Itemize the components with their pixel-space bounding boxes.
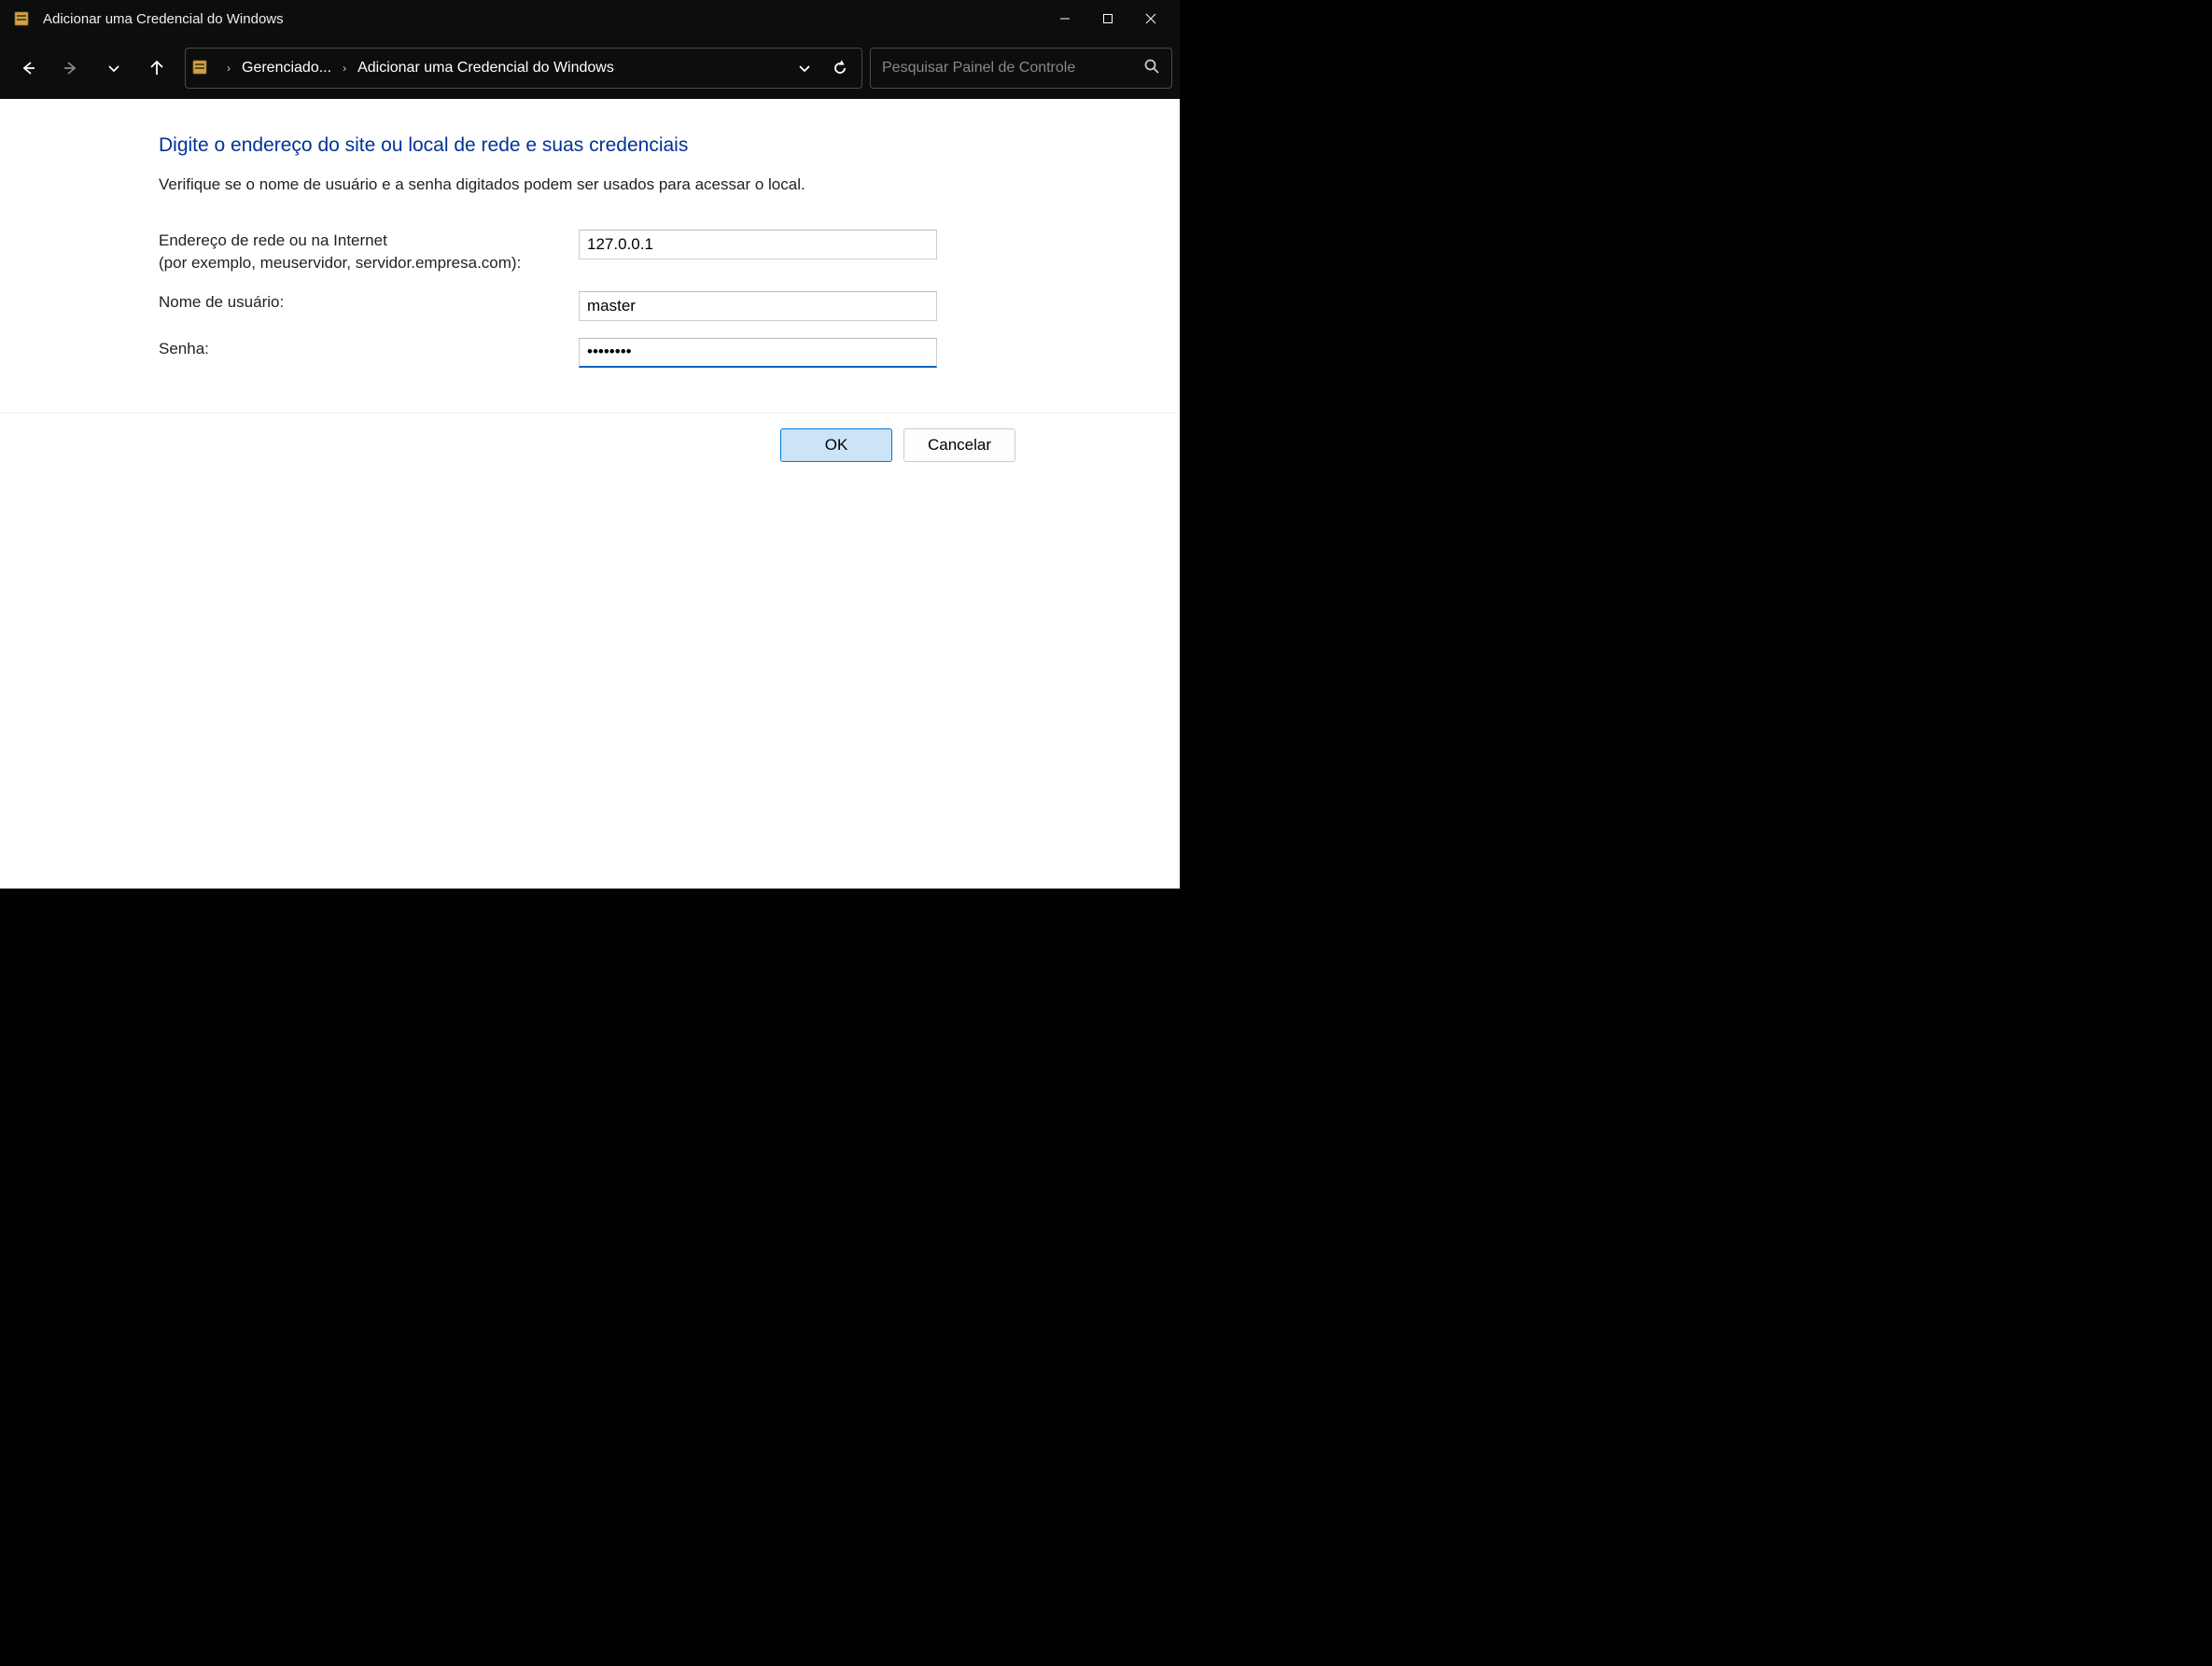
- address-label: Endereço de rede ou na Internet (por exe…: [159, 230, 579, 274]
- username-label: Nome de usuário:: [159, 291, 579, 314]
- address-bar[interactable]: › Gerenciado... › Adicionar uma Credenci…: [185, 48, 862, 89]
- breadcrumb-current[interactable]: Adicionar uma Credencial do Windows: [357, 60, 614, 77]
- search-input[interactable]: [882, 60, 1143, 77]
- recent-dropdown[interactable]: [93, 48, 134, 89]
- breadcrumb-parent[interactable]: Gerenciado...: [242, 60, 331, 77]
- address-row: Endereço de rede ou na Internet (por exe…: [159, 230, 1124, 274]
- search-bar[interactable]: [870, 48, 1172, 89]
- credential-manager-icon: [191, 59, 210, 77]
- minimize-button[interactable]: [1043, 0, 1086, 37]
- navigation-bar: › Gerenciado... › Adicionar uma Credenci…: [0, 37, 1180, 99]
- address-input[interactable]: [579, 230, 937, 259]
- maximize-button[interactable]: [1086, 0, 1129, 37]
- cancel-button[interactable]: Cancelar: [903, 428, 1015, 462]
- page-title: Digite o endereço do site ou local de re…: [159, 134, 1124, 157]
- window-title: Adicionar uma Credencial do Windows: [43, 11, 1043, 27]
- chevron-right-icon: ›: [227, 62, 231, 75]
- password-input[interactable]: [579, 338, 937, 368]
- forward-button[interactable]: [50, 48, 91, 89]
- refresh-button[interactable]: [824, 48, 856, 89]
- search-icon[interactable]: [1143, 58, 1160, 79]
- close-button[interactable]: [1129, 0, 1172, 37]
- credential-manager-icon: [13, 10, 30, 27]
- back-button[interactable]: [7, 48, 49, 89]
- password-row: Senha:: [159, 338, 1124, 368]
- page-subtitle: Verifique se o nome de usuário e a senha…: [159, 175, 1124, 194]
- username-input[interactable]: [579, 291, 937, 321]
- ok-button[interactable]: OK: [780, 428, 892, 462]
- password-label: Senha:: [159, 338, 579, 360]
- button-row: OK Cancelar: [0, 413, 1180, 462]
- up-button[interactable]: [136, 48, 177, 89]
- content-area: Digite o endereço do site ou local de re…: [0, 99, 1180, 889]
- window-controls: [1043, 0, 1172, 37]
- titlebar: Adicionar uma Credencial do Windows: [0, 0, 1180, 37]
- chevron-right-icon: ›: [343, 62, 346, 75]
- breadcrumb-dropdown[interactable]: [789, 48, 820, 89]
- username-row: Nome de usuário:: [159, 291, 1124, 321]
